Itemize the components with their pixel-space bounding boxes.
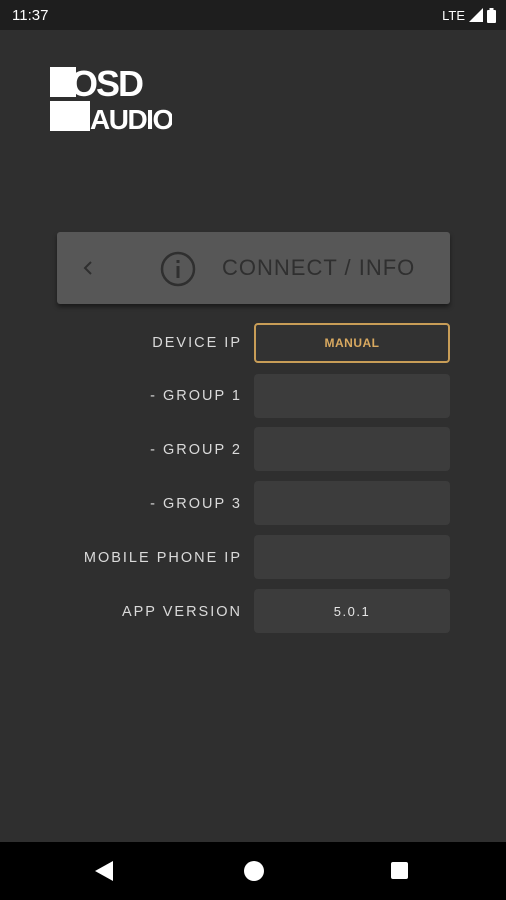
group-2-field[interactable]	[254, 427, 450, 471]
group-3-label: - GROUP 3	[150, 496, 242, 512]
app-version-field: 5.0.1	[254, 589, 450, 633]
nav-back-icon[interactable]	[95, 861, 113, 881]
chevron-left-icon	[83, 261, 92, 275]
osd-audio-logo: OSD AUDIO	[50, 67, 172, 131]
group-1-label: - GROUP 1	[150, 388, 242, 404]
status-bar: 11:37 LTE	[0, 0, 506, 30]
mobile-phone-ip-label: MOBILE PHONE IP	[83, 550, 242, 566]
device-ip-manual-button[interactable]: MANUAL	[254, 323, 450, 363]
group-1-field[interactable]	[254, 374, 450, 418]
back-button[interactable]	[83, 232, 93, 304]
logo-text-top: OSD	[70, 67, 143, 104]
logo-text-bottom: AUDIO	[90, 104, 172, 131]
battery-icon	[487, 7, 496, 23]
status-icons: LTE	[442, 7, 496, 23]
device-ip-label: DEVICE IP	[152, 335, 242, 351]
navigation-bar	[0, 842, 506, 900]
page-title: CONNECT / INFO	[222, 255, 416, 280]
group-3-field[interactable]	[254, 481, 450, 525]
main-content: OSD AUDIO CONNECT / INFO DEVICE IP MANUA…	[0, 30, 506, 842]
status-time: 11:37	[12, 6, 49, 24]
connect-info-header: CONNECT / INFO	[57, 232, 450, 304]
info-circle-icon	[160, 251, 196, 287]
nav-home-icon[interactable]	[244, 861, 264, 881]
mobile-phone-ip-field	[254, 535, 450, 579]
group-2-label: - GROUP 2	[150, 442, 242, 458]
network-type: LTE	[442, 7, 465, 23]
signal-icon	[469, 8, 483, 22]
nav-recents-icon[interactable]	[391, 862, 408, 879]
app-version-label: APP VERSION	[121, 604, 242, 620]
